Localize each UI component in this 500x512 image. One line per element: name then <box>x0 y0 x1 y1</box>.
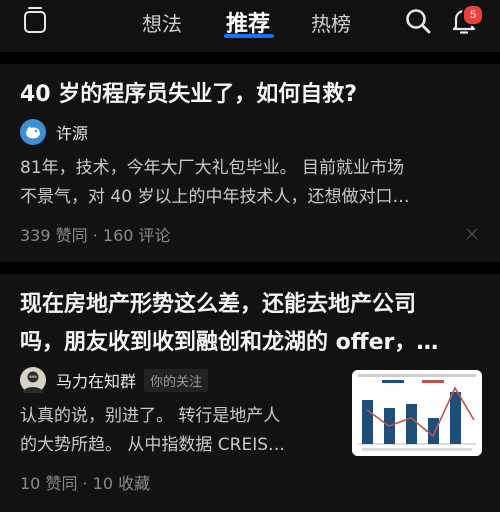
question-title[interactable]: 40 岁的程序员失业了，如何自救? <box>20 64 480 114</box>
excerpt-line: 不景气，对 40 岁以上的中年技术人，还想做对口… <box>20 187 410 207</box>
box-icon[interactable] <box>24 7 46 33</box>
feed-card[interactable]: 40 岁的程序员失业了，如何自救? 许源 81年，技术，今年大厂大礼包毕业。 目… <box>0 64 500 262</box>
feed-gap <box>0 52 500 64</box>
title-line: 吗，朋友收到收到融创和龙湖的 offer，… <box>20 330 439 355</box>
excerpt-line: 的大势所趋。 从中指数据 CREIS… <box>20 435 286 455</box>
person-avatar-icon <box>23 371 43 393</box>
answer-stats: 10 赞同 · 10 收藏 <box>20 474 151 493</box>
author-name[interactable]: 马力在知群 <box>56 368 136 392</box>
top-bar: 想法 推荐 热榜 5 <box>0 0 500 52</box>
answer-excerpt[interactable]: 81年，技术，今年大厂大礼包毕业。 目前就业市场 不景气，对 40 岁以上的中年… <box>20 154 480 212</box>
feed-card[interactable]: 现在房地产形势这么差，还能去地产公司 吗，朋友收到收到融创和龙湖的 offer，… <box>0 274 500 512</box>
active-tab-indicator <box>224 34 274 38</box>
bird-icon <box>26 126 40 139</box>
chart-thumbnail-image <box>352 370 482 456</box>
question-title[interactable]: 现在房地产形势这么差，还能去地产公司 吗，朋友收到收到融创和龙湖的 offer，… <box>20 274 480 362</box>
search-icon[interactable] <box>405 8 431 34</box>
answer-thumbnail[interactable] <box>352 370 482 456</box>
feed-gap <box>0 262 500 274</box>
notification-badge: 5 <box>462 4 484 26</box>
excerpt-line: 认真的说，别进了。 转行是地产人 <box>20 406 281 426</box>
tab-ideas[interactable]: 想法 <box>142 8 182 37</box>
author-row: 许源 <box>20 116 480 148</box>
excerpt-line: 81年，技术，今年大厂大礼包毕业。 目前就业市场 <box>20 158 405 178</box>
answer-stats: 339 赞同 · 160 评论 <box>20 226 171 245</box>
title-line: 现在房地产形势这么差，还能去地产公司 <box>20 292 417 317</box>
answer-excerpt[interactable]: 认真的说，别进了。 转行是地产人 的大势所趋。 从中指数据 CREIS… <box>20 402 342 460</box>
author-name[interactable]: 许源 <box>56 120 88 144</box>
avatar[interactable] <box>20 119 46 145</box>
close-icon[interactable] <box>466 228 478 240</box>
following-badge: 你的关注 <box>144 368 209 392</box>
avatar[interactable] <box>20 367 46 393</box>
tab-hot-list[interactable]: 热榜 <box>311 8 351 37</box>
